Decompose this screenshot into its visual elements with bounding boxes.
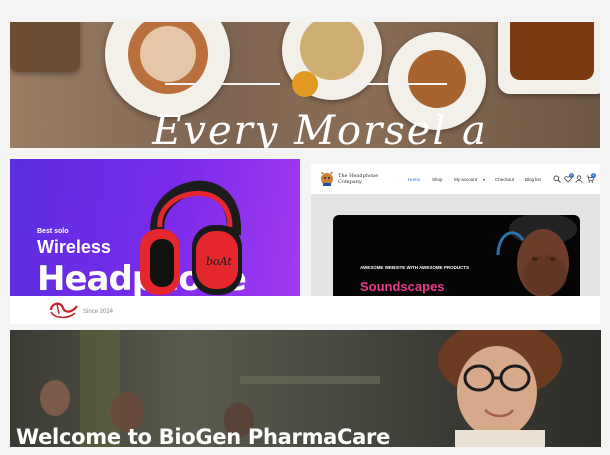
nav-shop[interactable]: Shop [432, 177, 443, 182]
dog-logo-icon [321, 171, 333, 186]
brand-strip: Since 2024 [10, 296, 600, 324]
since-text: Since 2024 [83, 309, 114, 315]
search-icon[interactable] [553, 175, 561, 183]
divider-line [165, 83, 280, 85]
cart-count-badge: 0 [591, 173, 596, 178]
site-navbar: The Headphone Company Home Shop My accou… [311, 164, 600, 194]
banner-title-line-1: Wireless [37, 237, 111, 257]
banner-eyebrow: Best solo [37, 228, 69, 235]
hero-tagline: AWESOME WEBSITE WITH AWESOME PRODUCTS [360, 265, 470, 270]
divider-line [332, 83, 447, 85]
food-image [140, 26, 196, 82]
headphone-banner-thumbnail[interactable]: Best solo Wireless Headphone boAt [10, 159, 300, 296]
headphone-product-image: boAt [140, 180, 242, 295]
wishlist-count-badge: 0 [569, 173, 574, 178]
accent-dot [292, 71, 318, 97]
chevron-down-icon: ▾ [483, 177, 486, 182]
model-portrait-image [496, 215, 577, 296]
food-image [408, 50, 466, 108]
nav-checkout[interactable]: Checkout [495, 177, 514, 182]
restaurant-hero-thumbnail[interactable]: Every Morsel a [10, 22, 600, 148]
background-shelf-image [240, 376, 380, 384]
pharma-hero-thumbnail[interactable]: Welcome to BioGen PharmaCare [10, 330, 601, 447]
nav-home[interactable]: Home [408, 177, 420, 182]
hero-headline: Soundscapes [360, 279, 445, 294]
store-hero-banner: AWESOME WEBSITE WITH AWESOME PRODUCTS So… [333, 215, 580, 296]
nav-my-account[interactable]: My account [454, 177, 477, 182]
plate-image [10, 22, 80, 72]
user-icon[interactable] [575, 175, 583, 183]
brand-logo-icon [49, 302, 78, 319]
doctor-portrait-image [438, 330, 562, 447]
food-image [510, 22, 594, 80]
hero-title: Welcome to BioGen PharmaCare [16, 425, 391, 447]
site-logo-text: The Headphone Company [338, 173, 379, 185]
hero-script-title: Every Morsel a [152, 108, 488, 148]
brand-logo-text: boAt [206, 255, 232, 268]
nav-blog-list[interactable]: Blog list [525, 177, 541, 182]
background-person-image [40, 380, 70, 416]
headphone-store-thumbnail[interactable]: The Headphone Company Home Shop My accou… [311, 164, 600, 296]
